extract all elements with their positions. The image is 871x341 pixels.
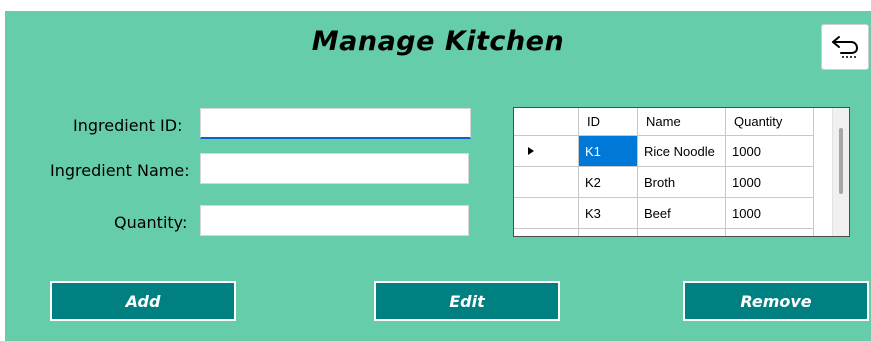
cell-id[interactable]: K2 bbox=[579, 167, 638, 198]
manage-kitchen-window: Manage Kitchen Ingredient ID: Ingredient… bbox=[5, 11, 871, 341]
edit-button[interactable]: Edit bbox=[374, 281, 560, 321]
grid-header-row: ID Name Quantity bbox=[514, 108, 814, 136]
grid-corner-cell bbox=[514, 108, 579, 136]
scrollbar-thumb[interactable] bbox=[839, 128, 843, 194]
page-title: Manage Kitchen bbox=[311, 26, 565, 57]
row-header-cell[interactable] bbox=[514, 198, 579, 229]
cell-quantity[interactable]: 1000 bbox=[726, 198, 814, 229]
cell-id[interactable]: K1 bbox=[579, 136, 638, 167]
remove-button[interactable]: Remove bbox=[683, 281, 869, 321]
table-row[interactable]: K2 Broth 1000 bbox=[514, 167, 814, 198]
row-header-cell[interactable] bbox=[514, 167, 579, 198]
ingredient-name-input[interactable] bbox=[200, 153, 469, 184]
cell-quantity[interactable]: 1000 bbox=[726, 136, 814, 167]
ingredient-id-label: Ingredient ID: bbox=[73, 116, 183, 135]
cell-name[interactable]: Beef bbox=[638, 198, 726, 229]
quantity-input[interactable] bbox=[200, 205, 469, 236]
cell-name[interactable]: Broth bbox=[638, 167, 726, 198]
grid-vertical-scrollbar[interactable] bbox=[832, 108, 849, 236]
table-row-partial bbox=[514, 229, 814, 236]
grid-body: K1 Rice Noodle 1000 K2 Broth 1000 K3 Bee… bbox=[514, 136, 814, 236]
row-header-cell[interactable] bbox=[514, 136, 579, 167]
column-header-quantity[interactable]: Quantity bbox=[726, 108, 814, 136]
column-header-name[interactable]: Name bbox=[638, 108, 726, 136]
back-button[interactable] bbox=[821, 24, 869, 70]
cell-name bbox=[638, 229, 726, 236]
ingredients-grid[interactable]: ID Name Quantity K1 Rice Noodle 1000 K2 … bbox=[513, 107, 850, 237]
table-row[interactable]: K3 Beef 1000 bbox=[514, 198, 814, 229]
cell-id[interactable]: K3 bbox=[579, 198, 638, 229]
quantity-label: Quantity: bbox=[114, 213, 188, 232]
column-header-id[interactable]: ID bbox=[579, 108, 638, 136]
table-row[interactable]: K1 Rice Noodle 1000 bbox=[514, 136, 814, 167]
cell-quantity[interactable]: 1000 bbox=[726, 167, 814, 198]
cell-id bbox=[579, 229, 638, 236]
ingredient-name-label: Ingredient Name: bbox=[50, 161, 190, 180]
add-button[interactable]: Add bbox=[50, 281, 236, 321]
row-header-cell bbox=[514, 229, 579, 236]
ingredient-id-input[interactable] bbox=[200, 108, 471, 139]
cell-name[interactable]: Rice Noodle bbox=[638, 136, 726, 167]
cell-quantity bbox=[726, 229, 814, 236]
return-arrow-icon bbox=[832, 36, 859, 58]
row-pointer-triangle-icon bbox=[528, 147, 534, 155]
